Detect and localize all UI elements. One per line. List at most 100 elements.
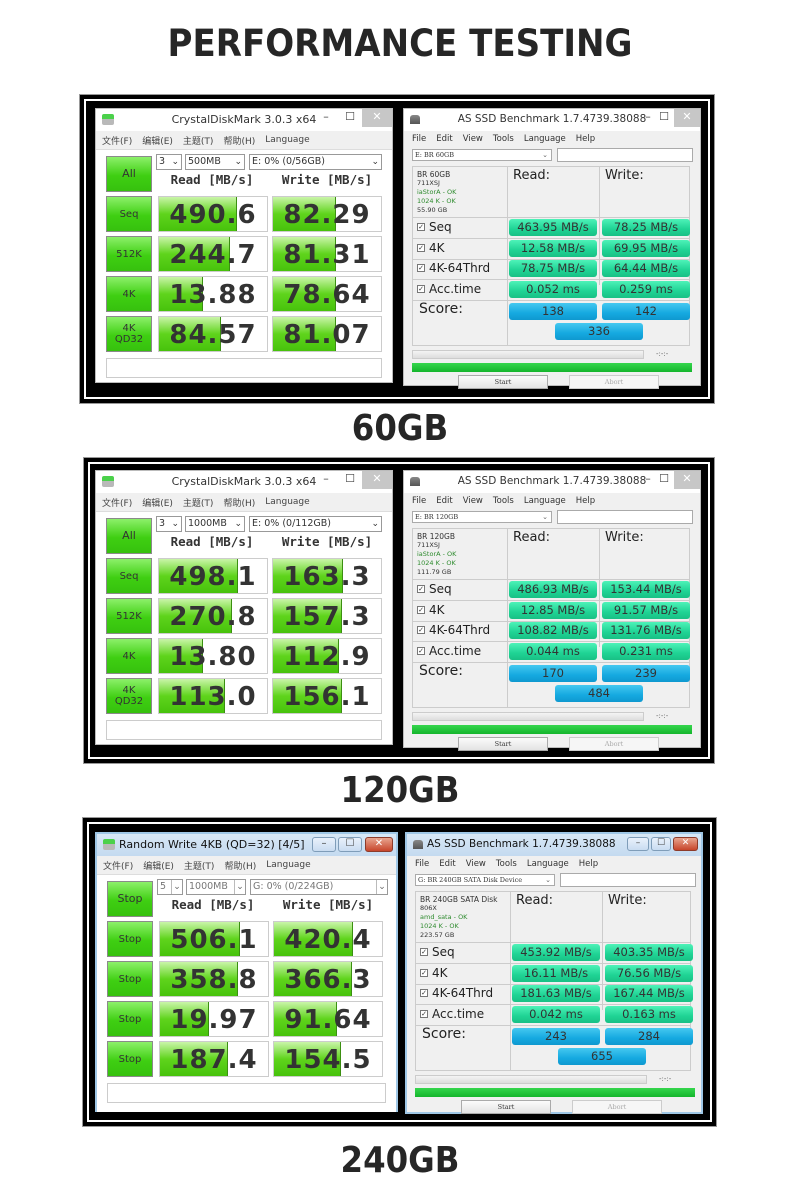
comment-field[interactable] <box>107 1083 386 1103</box>
menu-item[interactable]: 编辑(E) <box>142 496 173 509</box>
start-button[interactable]: Start <box>458 737 548 751</box>
checkbox-checked-icon[interactable]: ✓ <box>420 1009 428 1018</box>
test-row-label[interactable]: ✓ Seq <box>417 220 452 234</box>
filter-input[interactable] <box>557 510 693 524</box>
test-row-label[interactable]: ✓ Seq <box>417 582 452 596</box>
menu-item[interactable]: Language <box>265 497 309 507</box>
menu-item[interactable]: 主题(T) <box>183 496 214 509</box>
test-button[interactable]: 4K QD32 <box>106 316 152 352</box>
comment-field[interactable] <box>106 358 382 378</box>
test-row-label[interactable]: ✓ 4K-64Thrd <box>417 261 490 275</box>
minimize-icon[interactable]: – <box>316 471 336 489</box>
menu-item[interactable]: Language <box>524 134 566 144</box>
menu-item[interactable]: Tools <box>493 496 514 506</box>
menu-item[interactable]: Edit <box>436 496 452 506</box>
test-button[interactable]: Seq <box>106 196 152 232</box>
menu-item[interactable]: Tools <box>493 134 514 144</box>
maximize-icon[interactable]: ☐ <box>340 109 360 127</box>
test-row-label[interactable]: ✓ 4K-64Thrd <box>420 986 493 1000</box>
test-row-label[interactable]: ✓ 4K <box>417 603 445 617</box>
checkbox-checked-icon[interactable]: ✓ <box>417 223 425 231</box>
checkbox-checked-icon[interactable]: ✓ <box>420 968 428 977</box>
drive-select[interactable]: G: BR 240GB SATA Disk Device ⌄ <box>415 874 555 886</box>
checkbox-checked-icon[interactable]: ✓ <box>420 989 428 997</box>
drive-select[interactable]: G: 0% (0/224GB) ⌄ <box>250 879 388 895</box>
maximize-icon[interactable]: ☐ <box>656 109 672 127</box>
menu-item[interactable]: 文件(F) <box>102 134 132 147</box>
close-icon[interactable]: ✕ <box>362 471 392 489</box>
close-icon[interactable]: ✕ <box>673 837 698 851</box>
menu-item[interactable]: 编辑(E) <box>142 134 173 147</box>
close-icon[interactable]: ✕ <box>362 109 392 127</box>
menu-item[interactable]: 帮助(H) <box>223 134 255 147</box>
close-icon[interactable]: ✕ <box>674 109 700 127</box>
maximize-icon[interactable]: ☐ <box>338 837 362 852</box>
test-button[interactable]: Stop <box>107 1001 153 1037</box>
abort-button[interactable]: Abort <box>569 737 659 751</box>
run-all-button[interactable]: All <box>106 156 152 192</box>
menu-item[interactable]: 主题(T) <box>183 134 214 147</box>
menu-item[interactable]: File <box>412 496 426 506</box>
checkbox-checked-icon[interactable]: ✓ <box>417 284 425 293</box>
test-button[interactable]: 4K <box>106 638 152 674</box>
test-row-label[interactable]: ✓ 4K-64Thrd <box>417 623 490 637</box>
abort-button[interactable]: Abort <box>572 1100 662 1114</box>
abort-button[interactable]: Abort <box>569 375 659 389</box>
test-row-label[interactable]: ✓ Acc.time <box>420 1007 484 1021</box>
minimize-icon[interactable]: – <box>640 109 656 127</box>
start-button[interactable]: Start <box>458 375 548 389</box>
drive-select[interactable]: E: BR 60GB ⌄ <box>412 149 552 161</box>
maximize-icon[interactable]: ☐ <box>651 837 671 851</box>
test-size-select[interactable]: 500MB ⌄ <box>185 154 245 170</box>
test-count-select[interactable]: 5 ⌄ <box>157 879 183 895</box>
menu-item[interactable]: Edit <box>436 134 452 144</box>
minimize-icon[interactable]: – <box>316 109 336 127</box>
test-row-label[interactable]: ✓ 4K <box>420 966 448 980</box>
menu-item[interactable]: Help <box>576 496 595 506</box>
menu-item[interactable]: View <box>466 859 486 869</box>
minimize-icon[interactable]: – <box>312 837 336 852</box>
menu-item[interactable]: File <box>412 134 426 144</box>
checkbox-checked-icon[interactable]: ✓ <box>417 626 425 634</box>
menu-item[interactable]: Tools <box>496 859 517 869</box>
menu-item[interactable]: 文件(F) <box>102 496 132 509</box>
test-button[interactable]: 4K QD32 <box>106 678 152 714</box>
menu-item[interactable]: 编辑(E) <box>143 859 174 872</box>
menu-item[interactable]: Language <box>527 859 569 869</box>
checkbox-checked-icon[interactable]: ✓ <box>417 243 425 252</box>
checkbox-checked-icon[interactable]: ✓ <box>417 585 425 593</box>
test-row-label[interactable]: ✓ Acc.time <box>417 282 481 296</box>
test-row-label[interactable]: ✓ Seq <box>420 945 455 959</box>
test-button[interactable]: 512K <box>106 598 152 634</box>
test-button[interactable]: Stop <box>107 961 153 997</box>
test-row-label[interactable]: ✓ 4K <box>417 241 445 255</box>
run-all-button[interactable]: All <box>106 518 152 554</box>
minimize-icon[interactable]: – <box>627 837 649 851</box>
menu-item[interactable]: View <box>463 134 483 144</box>
checkbox-checked-icon[interactable]: ✓ <box>417 605 425 614</box>
drive-select[interactable]: E: 0% (0/56GB) ⌄ <box>249 154 382 170</box>
checkbox-checked-icon[interactable]: ✓ <box>417 646 425 655</box>
test-row-label[interactable]: ✓ Acc.time <box>417 644 481 658</box>
test-size-select[interactable]: 1000MB ⌄ <box>186 879 246 895</box>
drive-select[interactable]: E: 0% (0/112GB) ⌄ <box>249 516 382 532</box>
test-size-select[interactable]: 1000MB ⌄ <box>185 516 245 532</box>
menu-item[interactable]: File <box>415 859 429 869</box>
menu-item[interactable]: Language <box>265 135 309 145</box>
start-button[interactable]: Start <box>461 1100 551 1114</box>
test-button[interactable]: Seq <box>106 558 152 594</box>
filter-input[interactable] <box>557 148 693 162</box>
close-icon[interactable]: ✕ <box>674 471 700 489</box>
menu-item[interactable]: Help <box>576 134 595 144</box>
test-button[interactable]: 4K <box>106 276 152 312</box>
menu-item[interactable]: Language <box>524 496 566 506</box>
menu-item[interactable]: 帮助(H) <box>223 496 255 509</box>
minimize-icon[interactable]: – <box>640 471 656 489</box>
maximize-icon[interactable]: ☐ <box>340 471 360 489</box>
test-button[interactable]: 512K <box>106 236 152 272</box>
run-all-button[interactable]: Stop <box>107 881 153 917</box>
maximize-icon[interactable]: ☐ <box>656 471 672 489</box>
comment-field[interactable] <box>106 720 382 740</box>
menu-item[interactable]: 文件(F) <box>103 859 133 872</box>
test-count-select[interactable]: 3 ⌄ <box>156 516 182 532</box>
